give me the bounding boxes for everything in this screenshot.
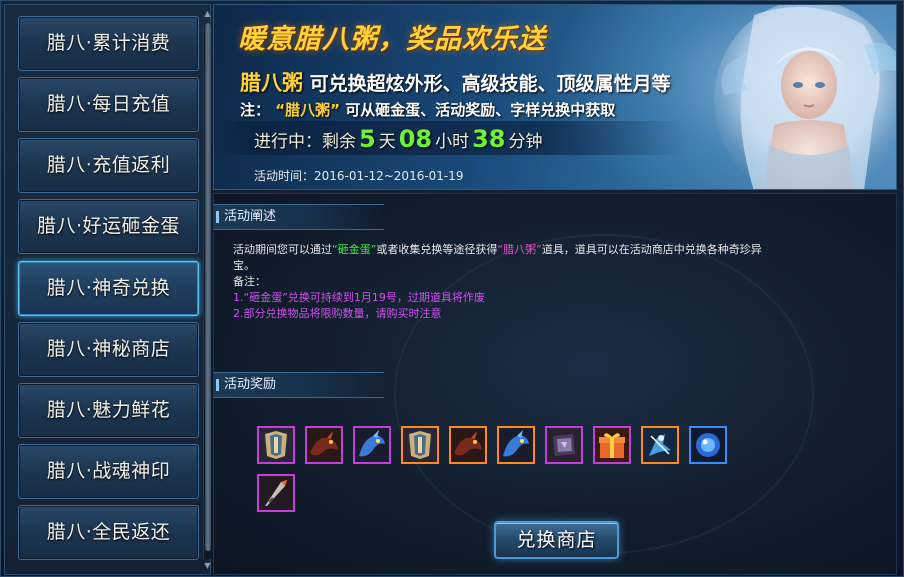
sidebar-item-magic-exchange[interactable]: 腊八·神奇兑换 <box>18 261 199 316</box>
countdown-hours: 08 <box>398 125 433 153</box>
skill-book-icon <box>547 428 581 462</box>
desc-golden-egg: “砸金蛋” <box>332 243 377 256</box>
section-heading-rewards: 活动奖励 <box>214 372 384 398</box>
event-date: 活动时间：2016-01-12~2016-01-19 <box>254 169 464 183</box>
sidebar-item-golden-egg[interactable]: 腊八·好运砸金蛋 <box>18 199 199 254</box>
blue-pet-icon <box>355 428 389 462</box>
activity-sidebar: 腊八·累计消费 腊八·每日充值 腊八·充值返利 腊八·好运砸金蛋 腊八·神奇兑换… <box>4 4 211 575</box>
reward-slot[interactable] <box>401 426 439 464</box>
sidebar-item-daily-recharge[interactable]: 腊八·每日充值 <box>18 77 199 132</box>
banner-note-text: 可从砸金蛋、活动奖励、字样兑换中获取 <box>345 101 616 119</box>
countdown-days-unit: 天 <box>378 132 396 152</box>
sidebar-item-war-soul-seal[interactable]: 腊八·战魂神印 <box>18 444 199 499</box>
blue-pet-icon <box>499 428 533 462</box>
reward-slot[interactable] <box>353 426 391 464</box>
reward-slot[interactable] <box>689 426 727 464</box>
countdown-hours-unit: 小时 <box>435 132 470 152</box>
armor-icon <box>403 428 437 462</box>
drill-weapon-icon <box>259 476 293 510</box>
desc-text-2: 或者收集兑换等途径获得 <box>376 243 498 256</box>
fairy-character-illustration <box>714 5 896 189</box>
countdown-minutes-unit: 分钟 <box>508 132 543 152</box>
blue-orb-icon <box>691 428 725 462</box>
sidebar-item-mystery-shop[interactable]: 腊八·神秘商店 <box>18 322 199 377</box>
banner-porridge-highlight: 腊八粥 <box>240 71 303 95</box>
scroll-up-arrow-icon[interactable]: ▲ <box>203 9 212 19</box>
note-2: 2.部分兑换物品将限购数量，请购买时注意 <box>233 307 442 320</box>
desc-porridge: “腊八粥” <box>497 243 542 256</box>
activity-content: 活动阐述 活动期间您可以通过“砸金蛋”或者收集兑换等途径获得“腊八粥”道具，道具… <box>213 193 897 575</box>
banner-note: 注： “腊八粥” 可从砸金蛋、活动奖励、字样兑换中获取 <box>240 99 615 120</box>
activity-description: 活动期间您可以通过“砸金蛋”或者收集兑换等途径获得“腊八粥”道具，道具可以在活动… <box>233 242 773 322</box>
reward-slot[interactable] <box>641 426 679 464</box>
reward-slot[interactable] <box>305 426 343 464</box>
countdown-timer: 进行中：剩余 5 天 08 小时 38 分钟 <box>254 125 543 153</box>
banner-note-prefix: 注： <box>240 101 271 119</box>
banner-title: 暖意腊八粥，奖品欢乐送 <box>238 24 546 55</box>
exchange-shop-button[interactable]: 兑换商店 <box>494 521 619 559</box>
sidebar-item-cumulative-spending[interactable]: 腊八·累计消费 <box>18 16 199 71</box>
section-heading-description: 活动阐述 <box>214 204 384 230</box>
sidebar-item-charm-flowers[interactable]: 腊八·魅力鲜花 <box>18 383 199 438</box>
dragon-mount-icon <box>307 428 341 462</box>
sidebar-scrollbar[interactable] <box>203 23 211 559</box>
warrior-skill-icon <box>643 428 677 462</box>
sidebar-item-recharge-rebate[interactable]: 腊八·充值返利 <box>18 138 199 193</box>
notes-label: 备注： <box>233 275 266 288</box>
reward-slot[interactable] <box>593 426 631 464</box>
reward-slot[interactable] <box>257 474 295 512</box>
countdown-label: 进行中：剩余 <box>254 132 356 152</box>
reward-slot[interactable] <box>497 426 535 464</box>
banner-note-highlight: “腊八粥” <box>275 101 340 119</box>
countdown-days: 5 <box>359 125 376 153</box>
reward-grid <box>257 426 737 516</box>
countdown-minutes: 38 <box>472 125 506 153</box>
scroll-down-arrow-icon[interactable]: ▼ <box>203 561 212 571</box>
banner-subtitle-text: 可兑换超炫外形、高级技能、顶级属性月等 <box>309 73 671 95</box>
desc-text-1: 活动期间您可以通过 <box>233 243 332 256</box>
armor-icon <box>259 428 293 462</box>
reward-slot[interactable] <box>449 426 487 464</box>
reward-slot[interactable] <box>257 426 295 464</box>
note-1: 1.“砸金蛋”兑换可持续到1月19号，过期道具将作废 <box>233 291 485 304</box>
sidebar-item-universal-return[interactable]: 腊八·全民返还 <box>18 505 199 560</box>
gift-box-icon <box>595 428 629 462</box>
activity-window: 腊八·累计消费 腊八·每日充值 腊八·充值返利 腊八·好运砸金蛋 腊八·神奇兑换… <box>0 0 904 577</box>
dragon-mount-icon <box>451 428 485 462</box>
scrollbar-thumb[interactable] <box>205 23 211 551</box>
reward-slot[interactable] <box>545 426 583 464</box>
event-banner: 暖意腊八粥，奖品欢乐送 腊八粥 可兑换超炫外形、高级技能、顶级属性月等 注： “… <box>213 4 897 190</box>
banner-subtitle: 腊八粥 可兑换超炫外形、高级技能、顶级属性月等 <box>240 67 671 97</box>
